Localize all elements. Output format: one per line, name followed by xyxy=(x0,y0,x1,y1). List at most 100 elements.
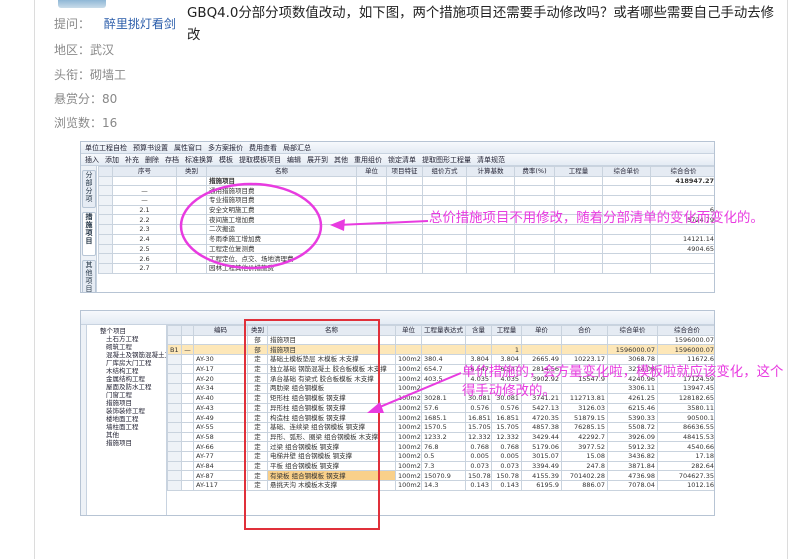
row-header[interactable] xyxy=(167,363,182,375)
category-cell[interactable]: 定 xyxy=(247,450,268,462)
sum-cell[interactable]: 886.07 xyxy=(561,480,608,491)
code-cell[interactable]: AY-117 xyxy=(193,480,248,491)
expr-cell[interactable]: 403.5 xyxy=(421,373,466,385)
table-row[interactable]: AY-55 定基础、连续梁 组合钢模板 钢支撑 100m2 1570.5 15.705 1… xyxy=(167,421,714,433)
table-row[interactable]: — 通用措施项目费 xyxy=(98,185,714,197)
toolbar1-button[interactable]: 属性窗口 xyxy=(174,144,202,152)
row-header[interactable] xyxy=(98,233,113,245)
category-cell[interactable]: 定 xyxy=(247,402,268,414)
name-cell[interactable]: 措施项目 xyxy=(267,344,396,356)
empty-cell[interactable] xyxy=(356,204,387,216)
category-cell[interactable]: 定 xyxy=(247,392,268,404)
expand-cell[interactable] xyxy=(181,480,194,491)
name-cell[interactable]: 承台基础 有梁式 胶合板模板 木支撑 xyxy=(267,373,396,385)
table-row[interactable]: AY-49 定构造柱 组合钢模板 钢支撑 100m2 1685.1 16.851 16.8… xyxy=(167,412,714,423)
empty-cell[interactable] xyxy=(386,214,423,226)
category-cell[interactable]: 定 xyxy=(247,470,268,481)
sum-cell[interactable]: 15.08 xyxy=(561,450,608,462)
code-cell[interactable] xyxy=(193,344,248,356)
content-cell[interactable]: 0.576 xyxy=(465,402,492,414)
empty-cell[interactable] xyxy=(356,175,387,187)
name-cell[interactable]: 异形、弧形、圈梁 组合钢模板 木支撑 xyxy=(267,431,396,443)
total-cell[interactable]: 1596000.07 xyxy=(657,334,714,346)
toolbar2-button[interactable]: 标准换算 xyxy=(185,156,213,164)
row-header[interactable] xyxy=(167,450,182,462)
unit-cell[interactable]: 100m2 xyxy=(395,392,422,404)
table-row[interactable]: 2.7 园林工程其他价措施费 xyxy=(98,262,714,274)
total-cell[interactable]: 48415.53 xyxy=(657,431,714,443)
unit-price-cell[interactable]: 3926.09 xyxy=(607,431,658,443)
content-cell[interactable]: 0.005 xyxy=(465,450,492,462)
empty-cell[interactable] xyxy=(466,262,515,274)
expr-cell[interactable]: 7.3 xyxy=(421,460,466,472)
unit-price-cell[interactable]: 6215.46 xyxy=(607,402,658,414)
empty-cell[interactable] xyxy=(386,204,423,216)
empty-cell[interactable] xyxy=(554,262,603,274)
total-cell[interactable] xyxy=(650,262,714,274)
expr-cell[interactable]: 14.3 xyxy=(421,480,466,491)
empty-cell[interactable] xyxy=(514,195,555,206)
expr-cell[interactable]: 57.6 xyxy=(421,402,466,414)
empty-cell[interactable] xyxy=(386,175,423,187)
sum-cell[interactable]: 42292.7 xyxy=(561,431,608,443)
toolbar2-button[interactable]: 提取图形工程量 xyxy=(422,156,471,164)
total-cell[interactable]: 1596000.07 xyxy=(657,344,714,356)
empty-cell[interactable] xyxy=(356,262,387,274)
total-cell[interactable]: 86636.55 xyxy=(657,421,714,433)
table-row[interactable]: AY-58 定异形、弧形、圈梁 组合钢模板 木支撑 100m2 1233.2 12.33… xyxy=(167,431,714,443)
total-cell[interactable]: 14121.14 xyxy=(650,233,714,245)
price-cell[interactable] xyxy=(521,344,562,356)
expand-cell[interactable] xyxy=(181,363,194,375)
tree-item[interactable]: 门窗工程 xyxy=(100,391,163,399)
name-cell[interactable]: 矩形柱 组合钢模板 钢支撑 xyxy=(267,392,396,404)
name-cell[interactable]: 构造柱 组合钢模板 钢支撑 xyxy=(267,412,396,423)
table-row[interactable]: AY-43 定异形柱 组合钢模板 钢支撑 100m2 57.6 0.576 0.576 54… xyxy=(167,402,714,414)
toolbar1-button[interactable]: 单位工程自检 xyxy=(85,144,127,152)
unit-cell[interactable]: 100m2 xyxy=(395,450,422,462)
row-header[interactable] xyxy=(167,470,182,481)
quantity-cell[interactable]: 0.576 xyxy=(491,402,522,414)
empty-cell[interactable] xyxy=(554,175,603,187)
toolbar2-button[interactable]: 存档 xyxy=(165,156,179,164)
tree-item[interactable]: 木结构工程 xyxy=(100,367,163,375)
unit-cell[interactable]: 100m2 xyxy=(395,373,422,385)
toolbar2-button[interactable]: 删除 xyxy=(145,156,159,164)
unit-price-cell[interactable]: 3871.84 xyxy=(607,460,658,472)
column-header[interactable]: 单位 xyxy=(356,166,387,177)
empty-cell[interactable] xyxy=(602,195,651,206)
expand-cell[interactable] xyxy=(181,441,194,452)
name-cell[interactable]: 措施项目 xyxy=(206,175,357,187)
table-row[interactable]: AY-87 定有梁板 组合钢模板 钢支撑 100m2 15070.9 150.78 150… xyxy=(167,470,714,481)
tree-item[interactable]: 混凝土及钢筋混凝土工程 xyxy=(100,351,166,359)
category-cell[interactable]: 部 xyxy=(247,344,268,356)
seq-cell[interactable]: 2.3 xyxy=(112,224,177,235)
total-cell[interactable]: 282.64 xyxy=(657,460,714,472)
column-header[interactable]: 工程量 xyxy=(491,325,522,336)
column-header[interactable]: 工程量表达式 xyxy=(421,325,466,336)
empty-cell[interactable] xyxy=(466,185,515,197)
toolbar2-button[interactable]: 编辑 xyxy=(287,156,301,164)
unit-price-cell[interactable]: 3436.82 xyxy=(607,450,658,462)
row-header[interactable] xyxy=(167,460,182,472)
table-row[interactable]: 部措施项目 1596000.07 xyxy=(167,334,714,346)
content-cell[interactable]: 150.78 xyxy=(465,470,492,481)
tab-other-items[interactable]: 其他项目 xyxy=(82,260,96,292)
category-cell[interactable]: 定 xyxy=(247,441,268,452)
column-header[interactable]: 名称 xyxy=(267,325,396,336)
category-cell[interactable] xyxy=(176,243,207,255)
code-cell[interactable]: AY-84 xyxy=(193,460,248,472)
empty-cell[interactable] xyxy=(356,224,387,235)
seq-cell[interactable]: 2.1 xyxy=(112,204,177,216)
empty-cell[interactable] xyxy=(466,243,515,255)
code-cell[interactable]: AY-30 xyxy=(193,354,248,365)
column-header[interactable]: 综合单价 xyxy=(607,325,658,336)
total-cell[interactable]: 704627.35 xyxy=(657,470,714,481)
name-cell[interactable]: 独立基础 钢筋混凝土 胶合板模板 木支撑 xyxy=(267,363,396,375)
empty-cell[interactable] xyxy=(422,233,467,245)
expand-cell[interactable] xyxy=(181,402,194,414)
unit-cell[interactable]: 100m2 xyxy=(395,460,422,472)
table-row[interactable]: 2.6 工程定位、点交、场地清理费 xyxy=(98,253,714,264)
empty-cell[interactable] xyxy=(422,253,467,264)
expr-cell[interactable]: 1685.1 xyxy=(421,412,466,423)
name-cell[interactable]: 悬挑天沟 木模板木支撑 xyxy=(267,480,396,491)
